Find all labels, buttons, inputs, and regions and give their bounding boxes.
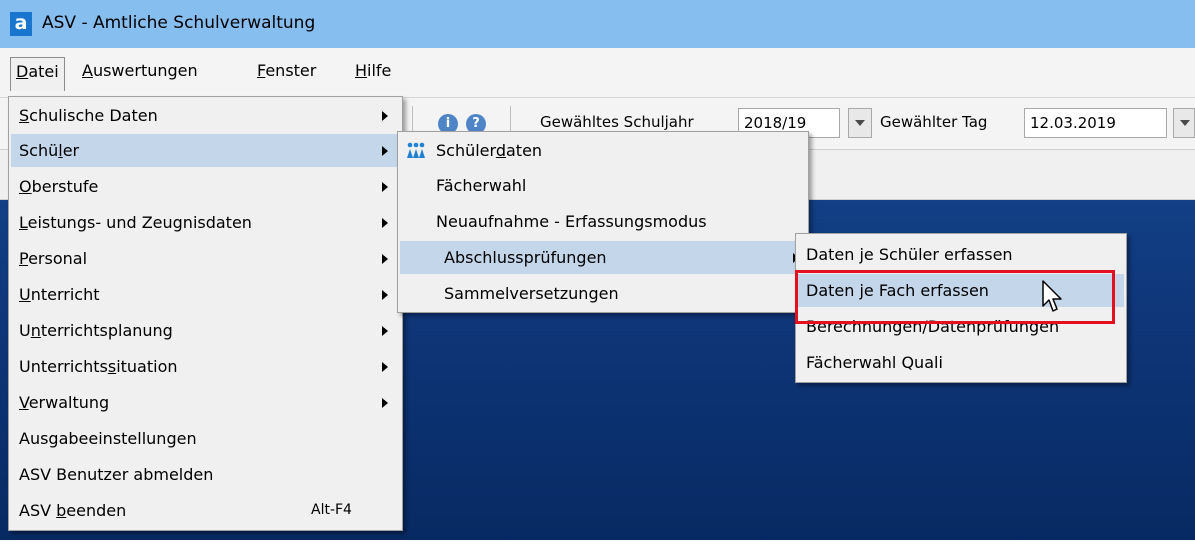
asv-logo-icon: a [10, 12, 32, 36]
menu-item-abschlusspruefungen[interactable]: Abschlussprüfungen [400, 241, 806, 274]
menu-item-daten-je-schueler[interactable]: Daten je Schüler erfassen [798, 238, 1124, 271]
menu-hilfe[interactable]: Hilfe [355, 61, 391, 80]
menu-item-personal[interactable]: Personal [11, 242, 400, 275]
menu-item-asv-beenden[interactable]: ASV beenden Alt-F4 [11, 494, 400, 527]
highlight-annotation-box [795, 270, 1115, 324]
submenu-arrow-icon [382, 182, 388, 192]
schueler-menu: Schülerdaten Fächerwahl Neuaufnahme - Er… [397, 131, 809, 313]
submenu-arrow-icon [382, 254, 388, 264]
menu-bar: Datei Auswertungen Fenster Hilfe [0, 48, 1195, 98]
submenu-arrow-icon [382, 398, 388, 408]
submenu-arrow-icon [382, 326, 388, 336]
tag-label: Gewählter Tag [880, 113, 988, 131]
menu-item-schuelerdaten[interactable]: Schülerdaten [400, 134, 806, 167]
bottom-band [0, 540, 1195, 547]
submenu-arrow-icon [382, 111, 388, 121]
schuljahr-dropdown-icon[interactable] [848, 108, 872, 138]
menu-item-unterricht[interactable]: Unterricht [11, 278, 400, 311]
submenu-arrow-icon [382, 146, 388, 156]
menu-item-schueler[interactable]: Schüler [11, 134, 400, 167]
menu-auswertungen[interactable]: Auswertungen [82, 61, 198, 80]
menu-item-faecherwahl-quali[interactable]: Fächerwahl Quali [798, 346, 1124, 379]
menu-item-unterrichtssituation[interactable]: Unterrichtssituation [11, 350, 400, 383]
students-icon [407, 142, 425, 158]
menu-item-benutzer-abmelden[interactable]: ASV Benutzer abmelden [11, 458, 400, 491]
datei-menu: Schulische Daten Schüler Oberstufe Leist… [8, 96, 403, 531]
menu-item-unterrichtsplanung[interactable]: Unterrichtsplanung [11, 314, 400, 347]
window-title: ASV - Amtliche Schulverwaltung [42, 13, 316, 33]
menu-datei[interactable]: Datei [10, 57, 65, 91]
tag-field[interactable]: 12.03.2019 [1024, 108, 1167, 138]
menu-item-ausgabeeinstellungen[interactable]: Ausgabeeinstellungen [11, 422, 400, 455]
menu-item-neuaufnahme[interactable]: Neuaufnahme - Erfassungsmodus [400, 205, 806, 238]
schuljahr-label: Gewähltes Schuljahr [540, 113, 694, 131]
mouse-pointer-icon [1042, 280, 1062, 312]
menu-fenster[interactable]: Fenster [257, 61, 316, 80]
title-bar: a ASV - Amtliche Schulverwaltung [0, 0, 1195, 48]
tag-dropdown-icon[interactable] [1173, 108, 1195, 138]
menu-item-schulische-daten[interactable]: Schulische Daten [11, 99, 400, 132]
submenu-arrow-icon [382, 362, 388, 372]
shortcut-label: Alt-F4 [311, 502, 352, 518]
menu-item-oberstufe[interactable]: Oberstufe [11, 170, 400, 203]
menu-item-leistungs-zeugnisdaten[interactable]: Leistungs- und Zeugnisdaten [11, 206, 400, 239]
submenu-arrow-icon [382, 290, 388, 300]
menu-item-verwaltung[interactable]: Verwaltung [11, 386, 400, 419]
submenu-arrow-icon [382, 218, 388, 228]
menu-item-faecherwahl[interactable]: Fächerwahl [400, 169, 806, 202]
menu-item-sammelversetzungen[interactable]: Sammelversetzungen [400, 277, 806, 310]
